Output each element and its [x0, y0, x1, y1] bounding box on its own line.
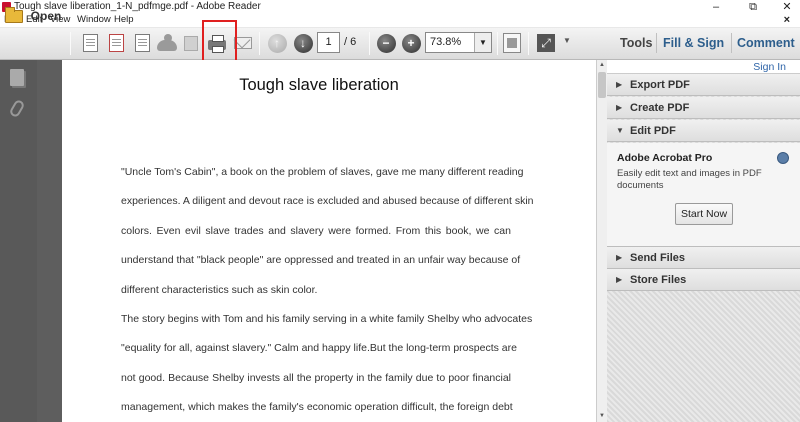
open-button[interactable]: Open — [3, 3, 63, 29]
zoom-value: 73.8% — [430, 36, 462, 48]
tools-panel: Sign In ▶ Export PDF ▶ Create PDF ▼ Edit… — [607, 60, 800, 422]
section-create-pdf[interactable]: ▶ Create PDF — [607, 97, 800, 119]
document-line: colors. Even evil slave trades and slave… — [121, 225, 511, 237]
section-label: Edit PDF — [630, 125, 676, 137]
close-button[interactable]: ✕ — [776, 0, 798, 14]
export-pdf-button[interactable] — [105, 32, 127, 54]
section-label: Export PDF — [630, 79, 690, 91]
cloud-upload-icon — [157, 33, 177, 51]
triangle-right-icon: ▶ — [616, 103, 623, 112]
navigation-pane — [0, 60, 37, 422]
fit-page-button[interactable] — [501, 31, 523, 55]
menu-bar: File Edit View Window Help × — [0, 14, 800, 26]
minimize-button[interactable]: – — [705, 0, 727, 14]
page-number-input[interactable]: 1 — [317, 32, 340, 53]
zoom-in-button[interactable]: + — [400, 32, 422, 54]
section-send-files[interactable]: ▶ Send Files — [607, 247, 800, 269]
menu-window[interactable]: Window — [77, 14, 111, 26]
toolbar-separator — [70, 32, 71, 55]
triangle-right-icon: ▶ — [616, 275, 623, 284]
toolbar-options-icon[interactable]: ▼ — [563, 36, 571, 45]
menu-help[interactable]: Help — [114, 14, 134, 26]
chevron-down-icon[interactable]: ▼ — [474, 33, 491, 52]
attachments-icon[interactable] — [8, 98, 26, 119]
tab-fill-sign[interactable]: Fill & Sign — [663, 36, 724, 50]
document-line: not good. Because Shelby invests all the… — [121, 372, 511, 384]
create-pdf-button[interactable] — [79, 32, 101, 54]
tab-divider — [731, 33, 732, 53]
toolbar-separator — [528, 32, 529, 55]
section-label: Send Files — [630, 252, 686, 264]
section-label: Store Files — [630, 274, 687, 286]
zoom-out-button[interactable]: − — [375, 32, 397, 54]
plus-icon: + — [401, 33, 421, 53]
section-export-pdf[interactable]: ▶ Export PDF — [607, 74, 800, 96]
restore-button[interactable]: ⧉ — [742, 0, 764, 14]
scroll-up-icon[interactable]: ▲ — [597, 60, 607, 71]
document-export-icon — [108, 34, 124, 52]
minus-icon: − — [376, 33, 396, 53]
arrow-down-icon: ↓ — [293, 33, 313, 53]
fit-page-icon — [503, 33, 521, 53]
previous-page-button[interactable]: ↑ — [266, 32, 288, 54]
edit-pdf-content: Adobe Acrobat Pro Easily edit text and i… — [607, 143, 800, 247]
triangle-right-icon: ▶ — [616, 80, 623, 89]
toolbar-separator — [369, 32, 370, 55]
triangle-down-icon: ▼ — [616, 126, 624, 135]
edit-document-button[interactable] — [131, 32, 153, 54]
zoom-select[interactable]: 73.8% ▼ — [425, 32, 492, 53]
document-line: The story begins with Tom and his family… — [121, 313, 533, 325]
sign-in-row: Sign In — [607, 60, 800, 74]
start-now-button[interactable]: Start Now — [675, 203, 733, 225]
sign-in-link[interactable]: Sign In — [753, 60, 786, 74]
document-line: management, which makes the family's eco… — [121, 401, 513, 413]
document-line: "Uncle Tom's Cabin", a book on the probl… — [121, 166, 524, 178]
document-line: different characteristics such as skin c… — [121, 284, 318, 296]
upload-cloud-button[interactable] — [155, 32, 179, 54]
document-line: understand that "black people" are oppre… — [121, 254, 521, 266]
next-page-button[interactable]: ↓ — [292, 32, 314, 54]
pdf-page — [62, 60, 596, 422]
full-screen-button[interactable]: ⤢ — [535, 32, 557, 54]
tab-tools[interactable]: Tools — [620, 36, 652, 50]
scroll-thumb[interactable] — [598, 72, 606, 98]
document-edit-icon — [134, 34, 150, 52]
document-line: "equality for all, against slavery." Cal… — [121, 342, 517, 354]
acrobat-pro-title: Adobe Acrobat Pro — [617, 152, 713, 164]
scroll-down-icon[interactable]: ▼ — [597, 411, 607, 422]
tab-divider — [656, 33, 657, 53]
close-document-button[interactable]: × — [784, 14, 790, 26]
section-store-files[interactable]: ▶ Store Files — [607, 269, 800, 291]
open-label: Open — [30, 9, 62, 23]
section-label: Create PDF — [630, 102, 690, 114]
toolbar-separator — [259, 32, 260, 55]
section-edit-pdf[interactable]: ▼ Edit PDF — [607, 120, 800, 142]
page-total: / 6 — [344, 36, 357, 48]
acrobat-pro-description: Easily edit text and images in PDF docum… — [617, 168, 762, 191]
title-bar: Tough slave liberation_1-N_pdfmge.pdf - … — [0, 0, 800, 14]
vertical-scrollbar[interactable]: ▲ ▼ — [596, 60, 607, 422]
adobe-reader-window: Tough slave liberation_1-N_pdfmge.pdf - … — [0, 0, 800, 422]
toolbar-separator — [497, 32, 498, 55]
arrow-up-icon: ↑ — [267, 33, 287, 53]
document-title: Tough slave liberation — [239, 76, 399, 94]
document-icon — [82, 34, 98, 52]
acrobat-pro-icon — [777, 152, 789, 164]
save-button[interactable] — [181, 32, 201, 54]
folder-icon — [4, 6, 23, 23]
expand-icon: ⤢ — [537, 34, 555, 52]
page-thumbnails-icon[interactable] — [10, 69, 24, 86]
tab-comment[interactable]: Comment — [737, 36, 795, 50]
save-icon — [184, 35, 198, 51]
document-line: experiences. A diligent and devout race … — [121, 195, 534, 207]
triangle-right-icon: ▶ — [616, 253, 623, 262]
